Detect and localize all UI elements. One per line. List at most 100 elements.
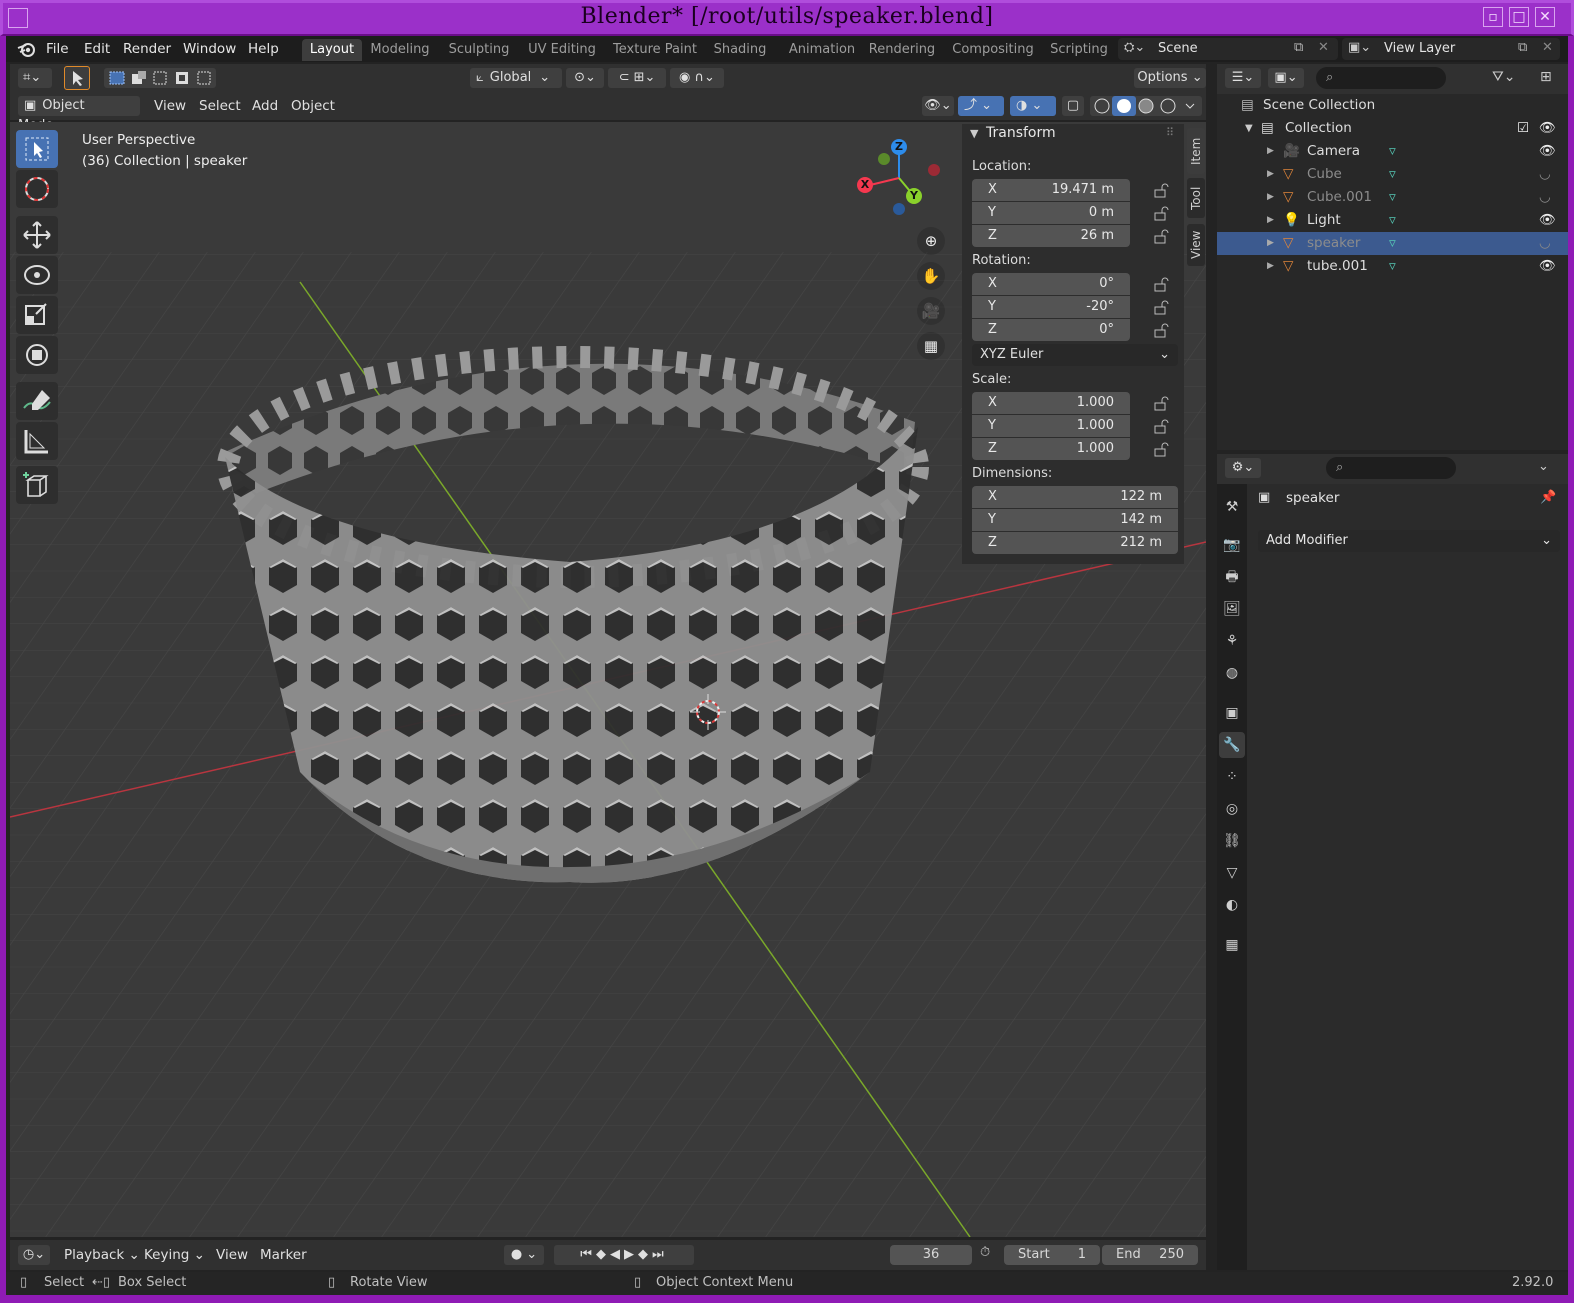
tab-shading[interactable]: Shading bbox=[708, 39, 772, 61]
expand-arrow-icon[interactable]: ▶ bbox=[1267, 163, 1274, 186]
rotation-x-field[interactable]: X 0° bbox=[972, 273, 1130, 295]
scene-icon[interactable]: ⚘ bbox=[1219, 628, 1245, 654]
rotation-z-field[interactable]: Z 0° bbox=[972, 319, 1130, 341]
maximize-button[interactable]: □ bbox=[1509, 7, 1529, 27]
menu-edit[interactable]: Edit bbox=[84, 38, 110, 60]
filter-icon[interactable]: ⛛⌄ bbox=[1492, 69, 1516, 85]
lock-icon[interactable] bbox=[1153, 395, 1169, 411]
lock-icon[interactable] bbox=[1153, 441, 1169, 457]
timeline-menu-view[interactable]: View bbox=[216, 1245, 248, 1265]
camera-view-icon[interactable]: 🎥 bbox=[917, 297, 945, 325]
tab-rendering[interactable]: Rendering bbox=[864, 39, 940, 61]
checkbox-icon[interactable]: ☑ bbox=[1517, 117, 1529, 140]
outliner-search-input[interactable]: ⌕ bbox=[1316, 67, 1446, 89]
outliner-scene-collection[interactable]: ▤ Scene Collection bbox=[1217, 94, 1568, 117]
dimensions-x-field[interactable]: X 122 m bbox=[972, 486, 1178, 508]
viewport-menu-object[interactable]: Object bbox=[291, 96, 335, 116]
sidebar-tab-tool[interactable]: Tool bbox=[1187, 178, 1205, 218]
eye-closed-icon[interactable]: ◡ bbox=[1539, 186, 1551, 209]
tab-sculpting[interactable]: Sculpting bbox=[444, 39, 514, 61]
expand-arrow-icon[interactable]: ▶ bbox=[1267, 140, 1274, 163]
transform-panel-title[interactable]: Transform bbox=[986, 125, 1056, 141]
move-tool-icon[interactable] bbox=[16, 216, 58, 254]
location-x-field[interactable]: X 19.471 m bbox=[972, 179, 1130, 201]
sidebar-tab-item[interactable]: Item bbox=[1187, 128, 1205, 174]
scale-z-field[interactable]: Z 1.000 bbox=[972, 438, 1130, 460]
current-frame-field[interactable]: 36 bbox=[890, 1245, 972, 1265]
stopwatch-icon[interactable]: ⏱ bbox=[980, 1245, 990, 1260]
menu-help[interactable]: Help bbox=[248, 38, 279, 60]
timeline-menu-keying[interactable]: Keying ⌄ bbox=[144, 1245, 205, 1265]
options-dropdown[interactable]: Options ⌄ bbox=[1134, 68, 1206, 88]
rotation-y-field[interactable]: Y -20° bbox=[972, 296, 1130, 318]
eye-icon[interactable]: 👁 bbox=[1539, 140, 1556, 163]
eye-closed-icon[interactable]: ◡ bbox=[1539, 163, 1551, 186]
outliner-item[interactable]: ▶ 💡 Light ▿ 👁 bbox=[1217, 209, 1568, 232]
viewport-menu-select[interactable]: Select bbox=[199, 96, 241, 116]
gizmo-toggle-icon[interactable]: ⤴ ⌄ bbox=[958, 96, 1004, 116]
visibility-icon[interactable]: 👁⌄ bbox=[922, 96, 954, 116]
gizmo-z-axis[interactable]: Z bbox=[891, 139, 907, 155]
properties-editor-type-icon[interactable]: ⚙⌄ bbox=[1225, 458, 1261, 478]
display-mode-icon[interactable]: ▣⌄ bbox=[1268, 68, 1304, 88]
properties-search-input[interactable]: ⌕ bbox=[1326, 457, 1456, 479]
cursor-tool-icon[interactable] bbox=[16, 170, 58, 208]
particles-icon[interactable]: ⁘ bbox=[1219, 764, 1245, 790]
snap-icon[interactable]: ⊂ ⊞⌄ bbox=[608, 68, 666, 88]
minimize-button[interactable]: ▫ bbox=[1483, 7, 1503, 27]
eye-icon[interactable]: 👁 bbox=[1539, 209, 1556, 232]
timeline-editor-type-icon[interactable]: ◷⌄ bbox=[18, 1245, 50, 1265]
data-icon[interactable]: ▽ bbox=[1219, 860, 1245, 886]
pan-hand-icon[interactable]: ✋ bbox=[917, 262, 945, 290]
modifier-icon[interactable]: 🔧 bbox=[1219, 732, 1245, 758]
outliner-editor-type-icon[interactable]: ☰⌄ bbox=[1225, 68, 1261, 88]
outliner-item[interactable]: ▶ ▽ Cube ▿ ◡ bbox=[1217, 163, 1568, 186]
expand-arrow-icon[interactable]: ▶ bbox=[1267, 209, 1274, 232]
rotation-mode-dropdown[interactable]: XYZ Euler ⌄ bbox=[972, 344, 1178, 366]
object-mode-dropdown[interactable]: ▣Object Mode⌄ bbox=[18, 96, 140, 133]
eye-icon[interactable]: 👁 bbox=[1539, 117, 1556, 140]
new-collection-icon[interactable]: ⊞ bbox=[1540, 69, 1552, 85]
remove-scene-icon[interactable]: ✕ bbox=[1318, 40, 1329, 55]
scale-y-field[interactable]: Y 1.000 bbox=[972, 415, 1130, 437]
expand-arrow-icon[interactable]: ▶ bbox=[1267, 186, 1274, 209]
blender-logo-icon[interactable] bbox=[16, 40, 38, 58]
lock-icon[interactable] bbox=[1153, 205, 1169, 221]
playback-controls[interactable]: ⏮◆◀▶◆⏭ bbox=[554, 1245, 694, 1265]
add-modifier-dropdown[interactable]: Add Modifier ⌄ bbox=[1258, 530, 1560, 552]
outliner-collection[interactable]: ▼ ▤ Collection ☑ 👁 bbox=[1217, 117, 1568, 140]
pin-icon[interactable]: 📌 bbox=[1540, 490, 1556, 505]
tab-layout[interactable]: Layout bbox=[302, 39, 362, 61]
perspective-grid-icon[interactable]: ▦ bbox=[917, 332, 945, 360]
outliner-item[interactable]: ▶ ▽ tube.001 ▿ 👁 bbox=[1217, 255, 1568, 278]
panel-drag-handle[interactable]: ⠿ bbox=[1166, 126, 1174, 139]
dimensions-y-field[interactable]: Y 142 m bbox=[972, 509, 1178, 531]
lock-icon[interactable] bbox=[1153, 418, 1169, 434]
outliner-item[interactable]: ▶ 🎥 Camera ▿ 👁 bbox=[1217, 140, 1568, 163]
sidebar-tab-view[interactable]: View bbox=[1187, 224, 1205, 266]
add-cube-tool-icon[interactable] bbox=[16, 466, 58, 504]
location-y-field[interactable]: Y 0 m bbox=[972, 202, 1130, 224]
tab-uv-editing[interactable]: UV Editing bbox=[522, 39, 602, 61]
location-z-field[interactable]: Z 26 m bbox=[972, 225, 1130, 247]
pivot-point-icon[interactable]: ⊙⌄ bbox=[566, 68, 604, 88]
expand-arrow-icon[interactable]: ▼ bbox=[1245, 117, 1253, 140]
collapse-arrow-icon[interactable]: ▼ bbox=[970, 127, 978, 140]
tab-animation[interactable]: Animation bbox=[780, 39, 864, 61]
scale-x-field[interactable]: X 1.000 bbox=[972, 392, 1130, 414]
close-button[interactable]: ✕ bbox=[1535, 7, 1555, 27]
menu-render[interactable]: Render bbox=[123, 38, 171, 60]
texture-icon[interactable]: ▦ bbox=[1219, 932, 1245, 958]
record-icon[interactable]: ● ⌄ bbox=[504, 1245, 544, 1265]
xray-icon[interactable]: ▢ bbox=[1062, 96, 1084, 116]
properties-options-icon[interactable]: ⌄ bbox=[1538, 459, 1549, 474]
dimensions-z-field[interactable]: Z 212 m bbox=[972, 532, 1178, 554]
tool-select-icon[interactable] bbox=[64, 66, 90, 90]
proportional-editing-icon[interactable]: ◉ ∩⌄ bbox=[670, 68, 724, 88]
render-icon[interactable]: 📷 bbox=[1219, 532, 1245, 558]
overlays-toggle-icon[interactable]: ◑ ⌄ bbox=[1010, 96, 1056, 116]
eye-icon[interactable]: 👁 bbox=[1539, 255, 1556, 278]
material-icon[interactable]: ◐ bbox=[1219, 892, 1245, 918]
new-view-layer-icon[interactable]: ⧉ bbox=[1518, 40, 1527, 55]
outliner-item[interactable]: ▶ ▽ Cube.001 ▿ ◡ bbox=[1217, 186, 1568, 209]
